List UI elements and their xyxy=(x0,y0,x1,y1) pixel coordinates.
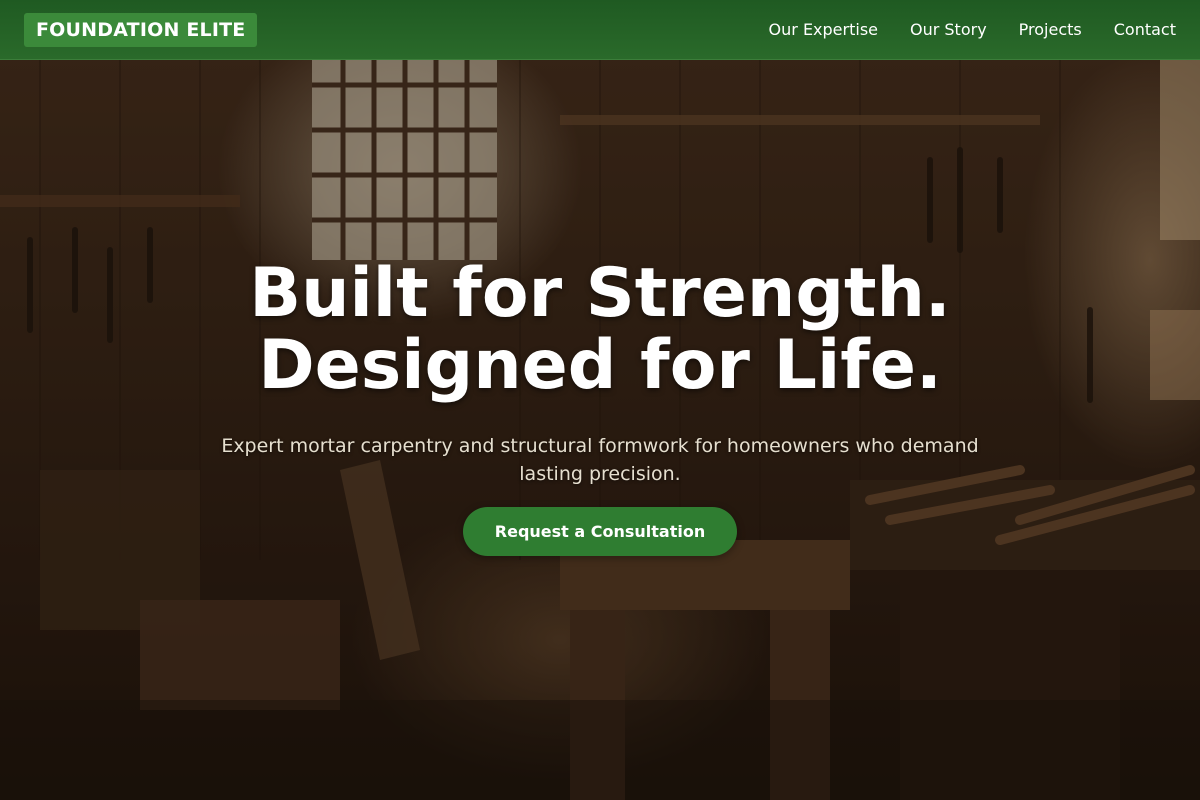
hero-section: Built for Strength. Designed for Life. E… xyxy=(0,258,1200,556)
nav-link-our-story[interactable]: Our Story xyxy=(910,20,987,39)
site-logo[interactable]: FOUNDATION ELITE xyxy=(24,12,258,47)
main-navigation: Our Expertise Our Story Projects Contact xyxy=(769,20,1176,39)
nav-link-contact[interactable]: Contact xyxy=(1114,20,1176,39)
hero-headline: Built for Strength. Designed for Life. xyxy=(0,258,1200,402)
hero-headline-line-2: Designed for Life. xyxy=(258,326,942,405)
hero-subtext: Expert mortar carpentry and structural f… xyxy=(221,435,979,485)
hero-headline-line-1: Built for Strength. xyxy=(249,254,951,333)
request-consultation-button[interactable]: Request a Consultation xyxy=(462,507,738,556)
site-header: FOUNDATION ELITE Our Expertise Our Story… xyxy=(0,0,1200,60)
nav-link-our-expertise[interactable]: Our Expertise xyxy=(769,20,878,39)
nav-link-projects[interactable]: Projects xyxy=(1019,20,1082,39)
